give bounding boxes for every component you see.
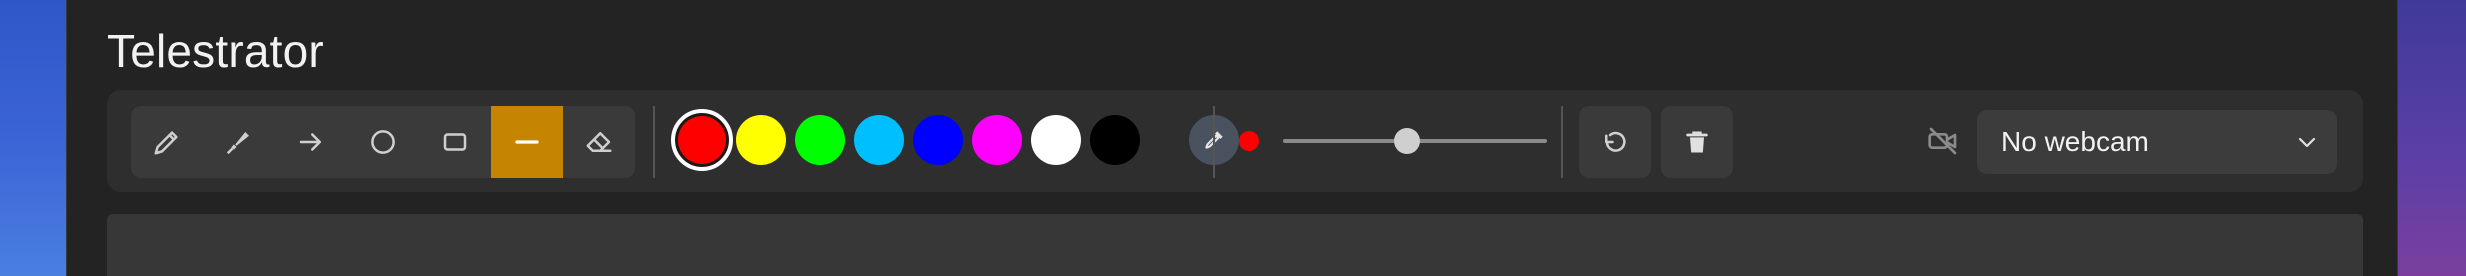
desktop-background-right (2398, 0, 2466, 276)
eraser-tool-button[interactable] (563, 106, 635, 178)
color-swatch[interactable] (671, 109, 733, 171)
color-swatch[interactable] (1031, 115, 1081, 165)
window-title: Telestrator (107, 25, 324, 77)
drawing-canvas[interactable] (107, 214, 2363, 276)
webcam-select[interactable]: No webcam (1977, 110, 2337, 174)
clear-button[interactable] (1661, 106, 1733, 178)
telestrator-window: Telestrator No webcam (66, 0, 2398, 276)
highlighter-icon (226, 132, 249, 155)
undo-button[interactable] (1579, 106, 1651, 178)
slider-thumb[interactable] (1394, 128, 1421, 154)
chevron-down-icon (2298, 137, 2316, 148)
color-swatch[interactable] (736, 115, 786, 165)
rectangle-tool-button[interactable] (419, 106, 491, 178)
toolbar: No webcam (107, 90, 2363, 192)
line-icon (515, 140, 539, 144)
circle-tool-button[interactable] (347, 106, 419, 178)
webcam-select-value: No webcam (2001, 126, 2149, 157)
eraser-icon (586, 132, 612, 152)
pen-icon (154, 131, 178, 155)
brush-size-preview (1239, 131, 1259, 151)
color-swatch[interactable] (972, 115, 1022, 165)
arrow-tool-button[interactable] (275, 106, 347, 178)
circle-icon (371, 130, 395, 154)
color-swatch[interactable] (913, 115, 963, 165)
rectangle-icon (443, 133, 467, 151)
highlighter-tool-button[interactable] (203, 106, 275, 178)
pen-tool-button[interactable] (131, 106, 203, 178)
brush-size-slider[interactable] (1283, 128, 1547, 154)
toolbar-divider (653, 106, 655, 178)
desktop-background-left (0, 0, 66, 276)
undo-icon (1605, 131, 1626, 152)
color-swatch[interactable] (795, 115, 845, 165)
tool-group (131, 106, 635, 178)
arrow-icon (299, 133, 321, 151)
toolbar-divider (1213, 106, 1215, 178)
line-tool-button[interactable] (491, 106, 563, 178)
trash-icon (1686, 131, 1708, 153)
color-swatch[interactable] (854, 115, 904, 165)
video-off-icon (1923, 124, 1963, 158)
toolbar-divider (1561, 106, 1563, 178)
color-swatch[interactable] (1090, 115, 1140, 165)
